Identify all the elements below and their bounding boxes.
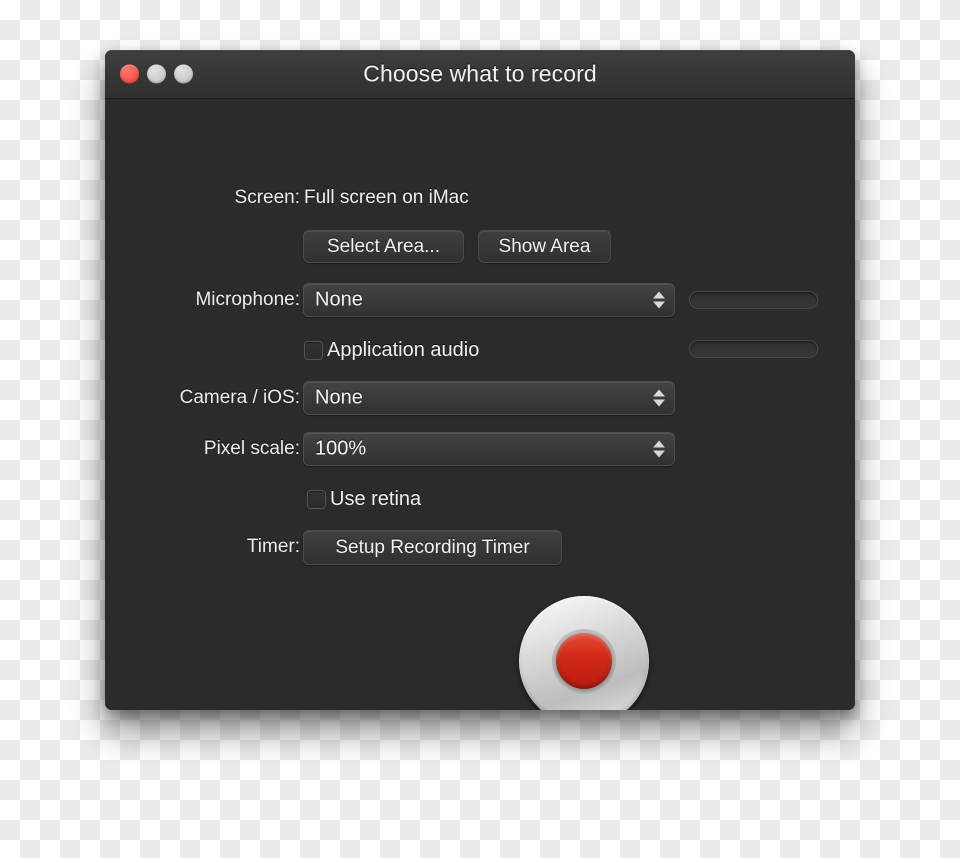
pixel-scale-select[interactable]: 100% (303, 432, 675, 466)
chevron-up-icon (653, 291, 665, 299)
zoom-button-icon[interactable] (174, 64, 193, 84)
camera-select[interactable]: None (303, 381, 675, 415)
window-controls (120, 64, 193, 84)
microphone-select[interactable]: None (303, 283, 675, 317)
pixel-scale-stepper-icon[interactable] (653, 440, 665, 458)
show-area-button[interactable]: Show Area (478, 230, 611, 263)
microphone-level-meter (689, 291, 818, 309)
minimize-button-icon[interactable] (147, 64, 166, 84)
microphone-select-value: None (315, 288, 363, 311)
chevron-up-icon (653, 389, 665, 397)
window-title: Choose what to record (363, 60, 597, 87)
use-retina-checkbox[interactable] (307, 490, 326, 509)
setup-recording-timer-button[interactable]: Setup Recording Timer (303, 530, 562, 565)
screen-label: Screen: (234, 187, 300, 208)
pixel-scale-select-value: 100% (315, 437, 367, 460)
record-settings-window: Choose what to record Screen: Full scree… (105, 50, 855, 710)
application-audio-label: Application audio (327, 339, 480, 361)
camera-stepper-icon[interactable] (653, 389, 665, 407)
use-retina-checkbox-row[interactable]: Use retina (307, 488, 421, 511)
use-retina-label: Use retina (330, 488, 422, 510)
screen-value: Full screen on iMac (304, 187, 469, 208)
close-button-icon[interactable] (120, 64, 139, 84)
camera-select-value: None (315, 386, 363, 409)
chevron-up-icon (653, 440, 665, 448)
chevron-down-icon (653, 301, 665, 309)
record-dot-icon (556, 633, 612, 689)
microphone-stepper-icon[interactable] (653, 291, 665, 309)
camera-label: Camera / iOS: (179, 387, 300, 408)
application-audio-level-meter (689, 340, 818, 358)
microphone-label: Microphone: (195, 289, 300, 310)
window-content: Screen: Full screen on iMac Select Area.… (105, 99, 855, 710)
select-area-button[interactable]: Select Area... (303, 230, 464, 263)
window-titlebar: Choose what to record (105, 50, 855, 99)
pixel-scale-label: Pixel scale: (203, 438, 300, 459)
application-audio-checkbox[interactable] (304, 341, 323, 360)
application-audio-checkbox-row[interactable]: Application audio (304, 339, 479, 362)
timer-label: Timer: (246, 536, 300, 557)
chevron-down-icon (653, 450, 665, 458)
chevron-down-icon (653, 399, 665, 407)
